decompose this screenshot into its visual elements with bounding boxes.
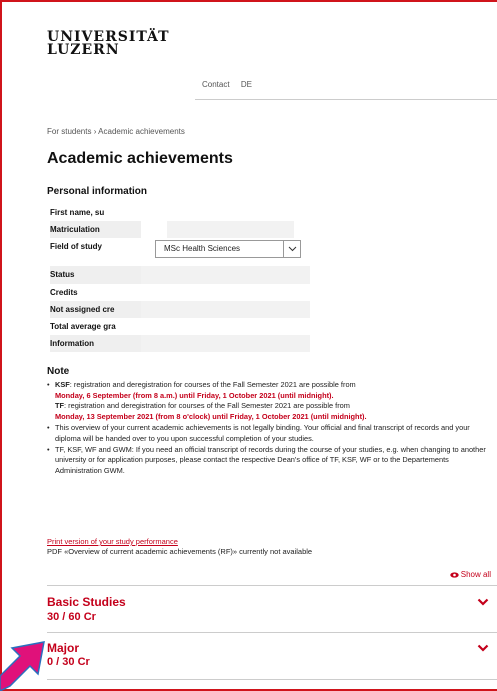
ksf-dates: Monday, 6 September (from 8 a.m.) until …: [55, 390, 334, 400]
print-version-link[interactable]: Print version of your study performance: [47, 537, 178, 546]
ksf-text: : registration and deregistration for co…: [69, 379, 356, 389]
eye-icon: [449, 572, 459, 578]
university-logo[interactable]: UNIVERSITÄT LUZERN: [47, 30, 170, 57]
info-label: Matriculation: [50, 221, 141, 239]
top-nav: Contact DE: [202, 80, 261, 89]
info-label: Field of study: [50, 238, 141, 256]
info-label: Total average gra: [50, 317, 141, 336]
breadcrumb-current: Academic achievements: [98, 127, 185, 136]
info-value: [141, 204, 310, 221]
tf-label: TF: [55, 401, 65, 411]
list-item: TF, KSF, WF and GWM: If you need an offi…: [47, 445, 487, 477]
divider: [47, 679, 497, 680]
select-value: MSc Health Sciences: [164, 244, 241, 254]
breadcrumb-students[interactable]: For students: [47, 127, 91, 136]
info-row-name: First name, su: [47, 204, 310, 222]
info-label: Credits: [50, 283, 141, 301]
chevron-down-icon[interactable]: [477, 597, 489, 607]
info-row-not-assigned: Not assigned cre: [47, 300, 310, 318]
personal-info-title: Personal information: [47, 186, 148, 197]
info-row-field-of-study: Field of study MSc Health Sciences: [47, 238, 310, 266]
info-label: First name, su: [50, 204, 141, 222]
breadcrumb-separator: ›: [93, 127, 97, 136]
info-value: [141, 300, 310, 318]
note-section: Note KSF: registration and deregistratio…: [47, 366, 487, 477]
info-row-status: Status: [47, 266, 310, 284]
info-label: Status: [50, 266, 141, 284]
show-all-label: Show all: [460, 570, 491, 579]
info-label: Not assigned cre: [50, 300, 141, 318]
tf-text: : registration and deregistration for co…: [64, 401, 350, 411]
note-list: KSF: registration and deregistration for…: [47, 380, 487, 477]
info-row-information: Information: [47, 335, 310, 353]
divider: [195, 99, 497, 100]
list-item: KSF: registration and deregistration for…: [47, 380, 487, 423]
info-value: [141, 266, 310, 284]
field-of-study-select[interactable]: MSc Health Sciences: [155, 240, 301, 259]
info-row-average-grade: Total average gra: [47, 317, 310, 336]
info-value: [141, 335, 310, 353]
pdf-availability-note: PDF «Overview of current academic achiev…: [47, 547, 313, 556]
divider: [47, 632, 497, 633]
info-value: [141, 284, 310, 301]
ksf-label: KSF: [55, 379, 70, 389]
breadcrumb: For students › Academic achievements: [47, 127, 185, 136]
note-title: Note: [47, 366, 70, 377]
pointer-arrow-icon: [0, 641, 45, 691]
divider: [47, 585, 497, 586]
chevron-down-icon[interactable]: [283, 241, 300, 258]
accordion-basic-studies-title[interactable]: Basic Studies: [47, 595, 126, 609]
info-value: [141, 318, 310, 335]
info-label: Information: [50, 335, 141, 353]
tf-dates: Monday, 13 September 2021 (from 8 o'cloc…: [55, 412, 367, 422]
info-row-credits: Credits: [47, 283, 310, 301]
page-title: Academic achievements: [47, 150, 233, 167]
language-switch[interactable]: DE: [241, 80, 252, 89]
show-all-button[interactable]: Show all: [449, 570, 491, 579]
list-item: This overview of your current academic a…: [47, 423, 487, 445]
contact-link[interactable]: Contact: [202, 80, 230, 89]
chevron-down-icon[interactable]: [477, 643, 489, 653]
info-value: [167, 221, 294, 239]
accordion-basic-studies-credits: 30 / 60 Cr: [47, 611, 96, 623]
info-row-matriculation: Matriculation: [47, 221, 310, 239]
personal-info-table: First name, su Matriculation Field of st…: [47, 204, 310, 353]
